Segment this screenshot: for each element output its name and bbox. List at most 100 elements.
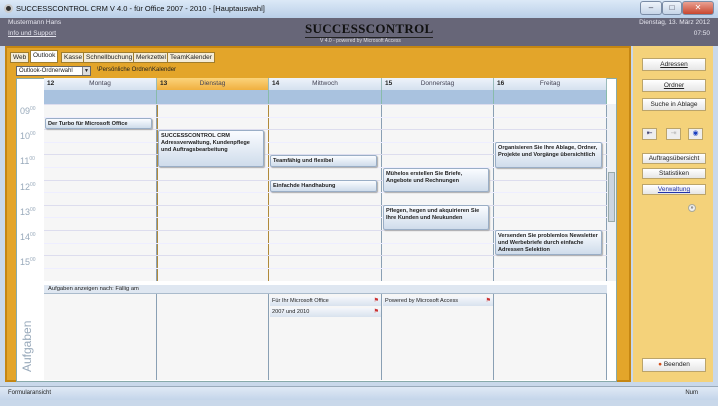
- hour: 11: [20, 156, 30, 167]
- current-date: Dienstag, 13. März 2012: [639, 19, 710, 26]
- day-header[interactable]: 14 Mittwoch: [269, 78, 382, 90]
- task-column[interactable]: [269, 294, 382, 380]
- hour: 13: [20, 206, 31, 217]
- status-bar: Formularansicht Num: [0, 386, 718, 400]
- scrollbar-thumb[interactable]: [608, 172, 615, 222]
- window-title: SUCCESSCONTROL CRM V 4.0 - für Office 20…: [16, 4, 265, 13]
- all-day-area[interactable]: [269, 90, 382, 104]
- folder-path: \Persönliche Ordner\Kalender: [97, 67, 177, 73]
- hour: 10: [20, 131, 31, 142]
- task-item[interactable]: Für Ihr Microsoft Office ⚑: [270, 297, 381, 306]
- hour: 12: [20, 181, 31, 192]
- day-name: Mittwoch: [312, 80, 338, 87]
- folder-select[interactable]: Outlook-Ordnerwahl ▼: [16, 66, 91, 76]
- calendar-event[interactable]: Versenden Sie problemlos Newsletter und …: [495, 230, 602, 255]
- day-header[interactable]: 16 Freitag: [494, 78, 607, 90]
- num-lock-indicator: Num: [685, 390, 698, 396]
- close-button[interactable]: ✕: [682, 1, 714, 15]
- info-support-link[interactable]: Info und Support: [8, 30, 56, 37]
- task-column[interactable]: [44, 294, 157, 380]
- day-name: Donnerstag: [420, 80, 455, 87]
- day-name: Montag: [89, 80, 111, 87]
- beenden-label: Beenden: [663, 361, 690, 368]
- chevron-down-icon[interactable]: ▼: [82, 67, 90, 75]
- flag-icon[interactable]: ⚑: [374, 297, 379, 306]
- calendar-event[interactable]: Einfachde Handhabung: [270, 180, 377, 192]
- hour-line: [44, 104, 607, 105]
- flag-icon[interactable]: ⚑: [486, 297, 491, 306]
- task-text: Für Ihr Microsoft Office: [272, 298, 329, 304]
- hour: 14: [20, 232, 31, 242]
- day-header[interactable]: 15 Donnerstag: [382, 78, 494, 90]
- task-column[interactable]: [494, 294, 607, 380]
- hour-line: [44, 204, 607, 206]
- title-bar: SUCCESSCONTROL CRM V 4.0 - für Office 20…: [0, 0, 718, 18]
- all-day-area[interactable]: [44, 90, 157, 104]
- tasks-label: Aufgaben: [20, 320, 34, 372]
- ordner-button[interactable]: Ordner: [642, 79, 706, 92]
- verwaltung-button[interactable]: Verwaltung: [642, 184, 706, 195]
- tab-web[interactable]: Web: [10, 52, 30, 63]
- sidebar: [633, 46, 713, 382]
- status-text: Formularansicht: [8, 390, 52, 396]
- calendar-event[interactable]: Organisieren Sie Ihre Ablage, Ordner, Pr…: [495, 142, 602, 168]
- current-time: 07:50: [693, 30, 710, 37]
- hour-label: 1000: [20, 131, 36, 141]
- flag-icon[interactable]: ⚑: [374, 308, 379, 317]
- minimize-button[interactable]: –: [640, 1, 662, 15]
- logo: SUCCESSCONTROL: [305, 21, 434, 38]
- import-icon[interactable]: ⇤: [642, 128, 657, 140]
- day-name: Freitag: [539, 80, 561, 87]
- day-header[interactable]: 12 Montag: [44, 78, 157, 90]
- hour: 15: [20, 257, 31, 268]
- all-day-area[interactable]: [494, 90, 607, 104]
- hour-label: 1400: [20, 232, 36, 242]
- day-name: Dienstag: [199, 80, 226, 87]
- minute: 00: [30, 257, 36, 264]
- task-column[interactable]: [382, 294, 494, 380]
- minute: 00: [29, 156, 35, 163]
- hour-label: 1200: [20, 182, 36, 192]
- task-text: 2007 und 2010: [272, 309, 310, 315]
- tab-merkzettel[interactable]: Merkzettel: [133, 52, 169, 63]
- app-icon: [4, 4, 13, 13]
- maximize-button[interactable]: □: [662, 1, 682, 15]
- task-item[interactable]: 2007 und 2010 ⚑: [270, 308, 381, 317]
- tab-kasse[interactable]: Kasse: [61, 52, 86, 63]
- calendar-event[interactable]: SUCCESSCONTROL CRM Adressverwaltung, Kun…: [158, 130, 264, 167]
- hour-line: [44, 129, 607, 131]
- tasks-header: Aufgaben anzeigen nach: Fällig am: [44, 285, 607, 294]
- app-header: Mustermann Hans Info und Support SUCCESS…: [0, 18, 718, 46]
- adressen-button[interactable]: Adressen: [642, 58, 706, 71]
- export-icon[interactable]: ⇥: [666, 128, 681, 140]
- version-text: V 4.0 - powered by Microsoft Access: [320, 38, 401, 44]
- task-column[interactable]: [157, 294, 269, 380]
- minute: 00: [30, 232, 36, 238]
- hour-label: 0900: [20, 106, 36, 116]
- hour: 09: [20, 106, 31, 116]
- collapse-icon[interactable]: »: [688, 204, 696, 212]
- hour-label: 1300: [20, 207, 36, 217]
- statistiken-button[interactable]: Statistiken: [642, 168, 706, 179]
- calendar-event[interactable]: Der Turbo für Microsoft Office: [45, 118, 152, 129]
- minute: 00: [30, 106, 36, 112]
- outlook-icon[interactable]: ◉: [688, 128, 703, 140]
- tab-schnellbuchung[interactable]: Schnellbuchung: [83, 52, 136, 63]
- minute: 00: [30, 181, 36, 188]
- minute: 00: [30, 131, 36, 138]
- half-hour-line: [44, 267, 607, 269]
- tab-teamkalender[interactable]: TeamKalender: [167, 52, 215, 63]
- suche-ablage-button[interactable]: Suche in Ablage: [642, 98, 706, 111]
- calendar-event[interactable]: Teamfähig und flexibel: [270, 155, 377, 167]
- folder-select-value: Outlook-Ordnerwahl: [19, 68, 73, 74]
- task-item[interactable]: Powered by Microsoft Access ⚑: [383, 297, 493, 306]
- calendar-event[interactable]: Mühelos erstellen Sie Briefe, Angebote u…: [383, 168, 489, 192]
- half-hour-line: [44, 217, 607, 219]
- all-day-area[interactable]: [157, 90, 269, 104]
- all-day-area[interactable]: [382, 90, 494, 104]
- tab-outlook[interactable]: Outlook: [30, 50, 59, 63]
- beenden-button[interactable]: ● Beenden: [642, 358, 706, 372]
- auftragsuebersicht-button[interactable]: Auftragsübersicht: [642, 153, 706, 164]
- calendar-event[interactable]: Pflegen, hegen und akquirieren Sie Ihre …: [383, 205, 489, 230]
- day-header[interactable]: 13 Dienstag: [157, 78, 269, 90]
